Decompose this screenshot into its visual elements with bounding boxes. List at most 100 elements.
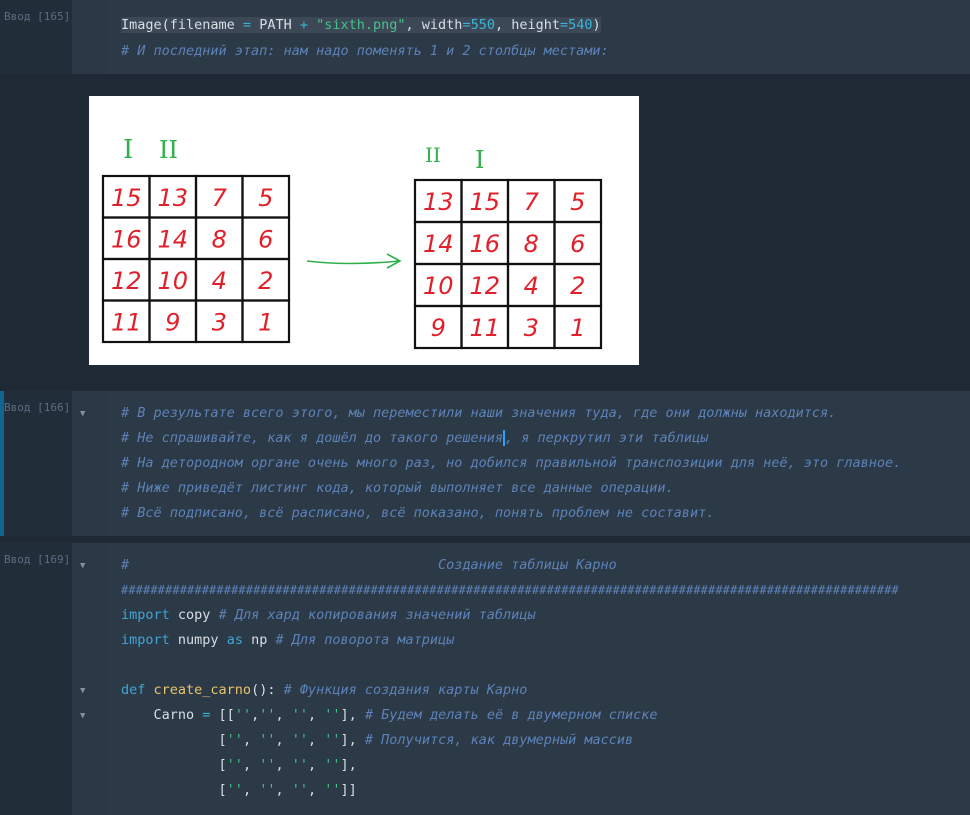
code-token: '' <box>291 707 309 723</box>
code-line: ['', '', '', ''], <box>121 756 357 774</box>
code-token: numpy <box>169 632 227 648</box>
grid-value: 10 <box>423 272 454 300</box>
fold-arrow-icon[interactable]: ▼ <box>80 686 85 696</box>
code-token: + <box>299 17 308 33</box>
code-token: # Функция создания карты Карно <box>283 682 528 698</box>
code-token: '' <box>324 707 341 723</box>
code-cell-165[interactable]: Ввод [165] <box>0 0 970 74</box>
code-line: # И последний этап: нам надо поменять 1 … <box>121 42 609 60</box>
grid-value: 10 <box>157 267 188 295</box>
grid-value: 2 <box>570 272 585 300</box>
code-token: [ <box>121 782 227 798</box>
code-token: '' <box>291 782 308 798</box>
grid-value: 1 <box>570 314 585 342</box>
code-token: copy <box>169 607 219 623</box>
code-token: # Получится, как двумерный массив <box>364 732 634 748</box>
code-token: ], <box>340 732 365 748</box>
code-token: , <box>275 782 292 798</box>
grid-value: 6 <box>570 230 585 258</box>
code-token: , <box>242 782 260 798</box>
code-token: , <box>308 757 325 773</box>
cell-prompt: Ввод [166] <box>4 401 71 414</box>
code-line: # На детородном органе очень много раз, … <box>121 454 901 472</box>
code-line: import numpy as np # Для поворота матриц… <box>121 631 454 649</box>
code-token: = <box>242 17 252 33</box>
fold-arrow-icon[interactable]: ▼ <box>80 561 85 571</box>
code-token: # Ниже приведёт листинг кода, который вы… <box>121 480 674 496</box>
left-grid: 15 13 7 5 16 14 8 6 12 10 4 2 11 9 3 1 <box>101 174 291 344</box>
grid-value: 9 <box>165 308 180 336</box>
code-token: '' <box>234 707 252 723</box>
cell-prompt: Ввод [165] <box>4 10 71 23</box>
code-token: , <box>242 757 260 773</box>
code-token: import <box>121 607 170 623</box>
grid-value: 11 <box>469 314 500 342</box>
code-token: ], <box>340 757 357 773</box>
code-token: ########################################… <box>121 583 899 597</box>
code-line: Image(filename = PATH + "sixth.png", wid… <box>121 16 601 34</box>
code-line: ['', '', '', '']] <box>121 781 357 799</box>
cell-gutter <box>72 0 108 74</box>
code-token: , <box>251 707 260 723</box>
code-token: create_carno <box>153 682 252 698</box>
code-token: , <box>275 707 292 723</box>
grid-value: 8 <box>524 230 539 258</box>
grid-value: 15 <box>111 184 142 212</box>
code-token: # Создание таблицы Карно <box>121 557 617 573</box>
code-token: , width <box>405 17 463 33</box>
fold-arrow-icon[interactable]: ▼ <box>80 409 85 419</box>
code-token: '' <box>226 757 243 773</box>
code-line: ########################################… <box>121 581 899 599</box>
code-token: [[ <box>210 707 235 723</box>
grid-value: 5 <box>570 188 585 216</box>
code-token: , height <box>494 17 560 33</box>
code-token: [ <box>121 732 227 748</box>
code-token: # На детородном органе очень много раз, … <box>121 455 902 471</box>
code-token: # Для хард копирования значений таблицы <box>218 607 536 623</box>
left-header-1: I <box>123 135 133 165</box>
code-line: # В результате всего этого, мы перемести… <box>121 404 836 422</box>
code-token: '' <box>291 757 308 773</box>
code-token: '' <box>259 757 276 773</box>
grid-value: 4 <box>524 272 539 300</box>
grid-value: 9 <box>431 314 446 342</box>
grid-value: 7 <box>524 188 540 216</box>
right-grid: 13 15 7 5 14 16 8 6 10 12 4 2 9 11 3 1 <box>413 178 603 350</box>
code-token: ]] <box>340 782 357 798</box>
code-token: '' <box>259 732 276 748</box>
grid-value: 3 <box>524 314 539 342</box>
grid-value: 8 <box>212 225 227 253</box>
fold-arrow-icon[interactable]: ▼ <box>80 711 85 721</box>
code-line: ['', '', '', ''], # Получится, как двуме… <box>121 731 634 749</box>
grid-value: 14 <box>423 230 454 258</box>
code-token: , <box>308 782 325 798</box>
grid-value: 6 <box>258 225 273 253</box>
grid-value: 13 <box>423 188 454 216</box>
grid-value: 14 <box>157 225 188 253</box>
code-token: def <box>121 682 146 698</box>
grid-value: 2 <box>258 267 273 295</box>
code-token: '' <box>259 707 276 723</box>
code-token: ) <box>592 17 601 33</box>
code-line: import copy # Для хард копирования значе… <box>121 606 536 624</box>
code-token: # Не спрашивайте, как я дошёл до такого … <box>121 430 504 446</box>
code-token: '' <box>291 732 308 748</box>
right-header-1: II <box>425 143 441 167</box>
code-token: , <box>308 732 325 748</box>
grid-value: 3 <box>212 308 227 336</box>
code-line: # Не спрашивайте, как я дошёл до такого … <box>121 429 708 447</box>
code-token: ], <box>340 707 365 723</box>
code-line: # Всё подписано, всё расписано, всё пока… <box>121 504 714 522</box>
grid-value: 5 <box>258 184 273 212</box>
code-token: '' <box>226 732 243 748</box>
grid-value: 12 <box>469 272 500 300</box>
code-token: as <box>226 632 243 648</box>
grid-value: 11 <box>111 308 142 336</box>
code-token: # Всё подписано, всё расписано, всё пока… <box>121 505 715 521</box>
code-token: Carno <box>121 707 203 723</box>
cell-gutter <box>72 391 108 536</box>
cell-editor[interactable] <box>108 0 970 74</box>
right-header-2: I <box>475 146 484 174</box>
grid-value: 4 <box>212 267 227 295</box>
